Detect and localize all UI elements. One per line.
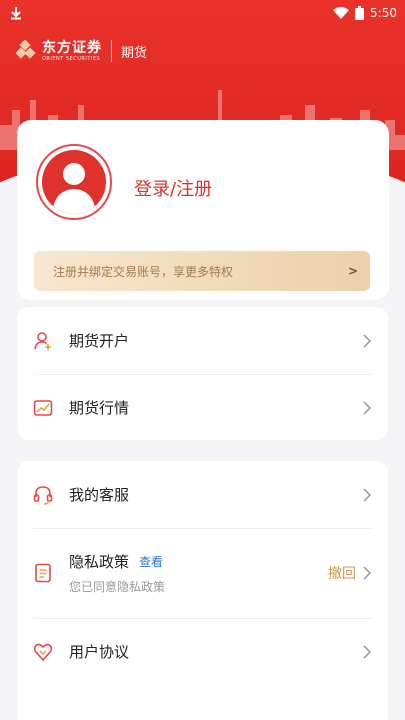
document-icon: [35, 563, 51, 583]
user-add-icon: [34, 331, 51, 350]
menu-item-label: 期货行情: [69, 399, 130, 417]
menu-item-futures-quotes[interactable]: 期货行情: [17, 374, 388, 441]
brand-subtitle: ORIENT SECURITIES: [42, 55, 101, 62]
menu-item-customer-service[interactable]: 我的客服: [17, 461, 388, 528]
status-bar: 5:50: [0, 0, 405, 26]
menu-item-privacy-policy[interactable]: 隐私政策 查看 您已同意隐私政策 撤回: [17, 528, 388, 618]
status-time: 5:50: [370, 6, 397, 20]
bind-account-text: 注册并绑定交易账号，享更多特权: [53, 264, 234, 279]
menu-item-label: 期货开户: [69, 332, 130, 350]
avatar[interactable]: [36, 144, 112, 220]
brand-name: 东方证券: [42, 39, 102, 56]
chevron-right-icon: [363, 333, 372, 348]
heart-icon: [33, 643, 53, 661]
chevron-right-icon: [363, 566, 372, 580]
default-user-icon: [52, 163, 96, 214]
headset-icon: [33, 485, 53, 505]
profile-card: 登录/注册 注册并绑定交易账号，享更多特权 >: [17, 120, 389, 300]
chevron-right-icon: [363, 644, 372, 659]
menu-item-label: 我的客服: [69, 486, 130, 504]
chart-icon: [33, 399, 53, 416]
support-menu-card: 我的客服 隐私政策 查看 您已同意隐私政策 撤回 用户协议: [17, 461, 388, 720]
view-privacy-link[interactable]: 查看: [139, 553, 163, 570]
menu-item-futures-account[interactable]: 期货开户: [17, 307, 388, 374]
wifi-icon: [333, 7, 350, 19]
chevron-right-icon: [363, 487, 372, 502]
download-icon: [11, 7, 21, 20]
brand-divider: [111, 40, 112, 62]
menu-item-label: 用户协议: [69, 643, 130, 661]
menu-item-user-agreement[interactable]: 用户协议: [17, 618, 388, 685]
battery-icon: [355, 6, 365, 20]
module-title: 期货: [121, 45, 148, 61]
brand-header: 东方证券 ORIENT SECURITIES 期货: [16, 40, 147, 62]
chevron-right-icon: >: [347, 264, 358, 278]
bind-account-banner[interactable]: 注册并绑定交易账号，享更多特权 >: [34, 251, 370, 291]
orient-logo-icon: [16, 40, 36, 59]
chevron-right-icon: [363, 400, 372, 415]
revoke-consent-button[interactable]: 撤回: [328, 563, 356, 583]
futures-menu-card: 期货开户 期货行情: [17, 307, 388, 440]
menu-item-label: 隐私政策: [69, 553, 130, 571]
privacy-consent-status: 您已同意隐私政策: [69, 580, 166, 594]
login-register-link[interactable]: 登录/注册: [134, 175, 212, 201]
